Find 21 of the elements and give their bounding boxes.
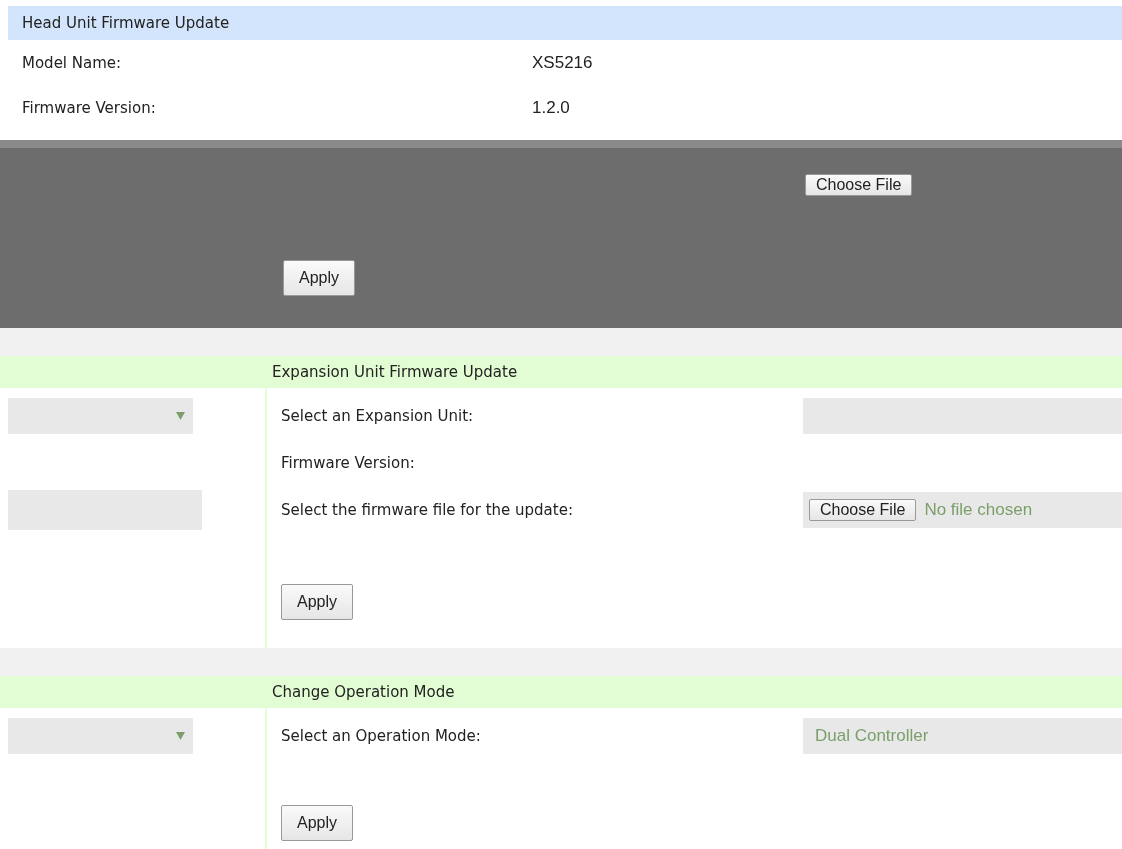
select-field[interactable] bbox=[8, 397, 193, 434]
section-title: Head Unit Firmware Update bbox=[22, 14, 230, 32]
choose-file-button[interactable]: Choose File bbox=[805, 174, 913, 196]
apply-button[interactable]: Apply bbox=[281, 584, 354, 620]
section-title: Expansion Unit Firmware Update bbox=[272, 363, 518, 381]
field-label: Firmware Version: bbox=[281, 453, 416, 472]
apply-button[interactable]: Apply bbox=[283, 260, 356, 296]
field-label: Model Name: bbox=[22, 53, 123, 72]
field-value: 1.2.0 bbox=[532, 97, 571, 118]
apply-button[interactable]: Apply bbox=[281, 805, 354, 841]
file-status: No file chosen bbox=[924, 499, 1033, 520]
choose-file-button[interactable]: Choose File bbox=[809, 498, 917, 521]
field-label: Firmware Version: bbox=[22, 98, 157, 117]
field-label: Select an Expansion Unit: bbox=[281, 406, 475, 425]
field-label: Select the firmware file for the update: bbox=[281, 500, 574, 519]
caret-icon bbox=[176, 731, 185, 740]
select-field[interactable] bbox=[8, 717, 193, 754]
section-title: Change Operation Mode bbox=[272, 683, 455, 701]
caret-icon bbox=[176, 411, 185, 420]
field-value: XS5216 bbox=[532, 52, 594, 73]
field-label: Select an Operation Mode: bbox=[281, 726, 482, 745]
